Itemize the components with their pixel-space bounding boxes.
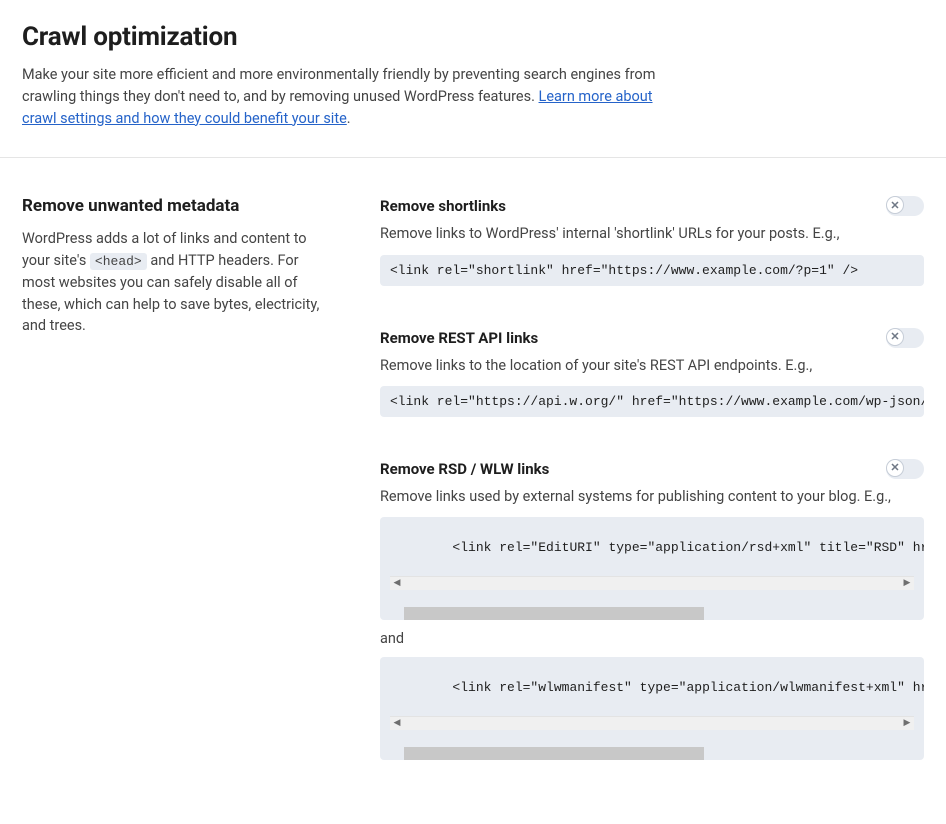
sidebar-description: Remove unwanted metadata WordPress adds … xyxy=(22,196,322,337)
chevron-left-icon: ◀ xyxy=(390,719,404,728)
setting-description: Remove links to WordPress' internal 'sho… xyxy=(380,224,924,244)
setting-remove-shortlinks: Remove shortlinks ✕ Remove links to Word… xyxy=(380,196,924,285)
setting-description: Remove links to the location of your sit… xyxy=(380,356,924,376)
toggle-remove-shortlinks[interactable]: ✕ xyxy=(886,196,924,216)
chevron-left-icon: ◀ xyxy=(390,579,404,588)
chevron-right-icon: ▶ xyxy=(900,719,914,728)
code-example: <link rel="EditURI" type="application/rs… xyxy=(380,517,924,620)
settings-list: Remove shortlinks ✕ Remove links to Word… xyxy=(380,196,924,802)
section-divider xyxy=(0,157,946,158)
sidebar-code: <head> xyxy=(90,253,147,270)
code-example: <link rel="https://api.w.org/" href="htt… xyxy=(380,386,924,417)
close-icon: ✕ xyxy=(886,459,904,477)
setting-title: Remove shortlinks xyxy=(380,197,506,215)
setting-header: Remove shortlinks ✕ xyxy=(380,196,924,216)
setting-remove-rsd-wlw-links: Remove RSD / WLW links ✕ Remove links us… xyxy=(380,459,924,760)
close-icon: ✕ xyxy=(886,328,904,346)
chevron-right-icon: ▶ xyxy=(900,579,914,588)
setting-header: Remove RSD / WLW links ✕ xyxy=(380,459,924,479)
setting-description: Remove links used by external systems fo… xyxy=(380,487,924,507)
code-example: <link rel="shortlink" href="https://www.… xyxy=(380,255,924,286)
sidebar-title: Remove unwanted metadata xyxy=(22,196,322,216)
page-title: Crawl optimization xyxy=(22,22,924,52)
setting-remove-rest-api-links: Remove REST API links ✕ Remove links to … xyxy=(380,328,924,417)
horizontal-scrollbar[interactable]: ◀ ▶ xyxy=(390,716,914,730)
close-icon: ✕ xyxy=(886,196,904,214)
code-example-text: <link rel="EditURI" type="application/rs… xyxy=(452,540,924,555)
scrollbar-thumb[interactable] xyxy=(404,747,704,760)
and-separator: and xyxy=(380,630,924,647)
toggle-remove-rsd-wlw-links[interactable]: ✕ xyxy=(886,459,924,479)
page-description-period: . xyxy=(347,110,351,127)
setting-title: Remove RSD / WLW links xyxy=(380,460,549,478)
scrollbar-track xyxy=(404,577,900,590)
code-example-text: <link rel="wlwmanifest" type="applicatio… xyxy=(452,680,924,695)
horizontal-scrollbar[interactable]: ◀ ▶ xyxy=(390,576,914,590)
toggle-remove-rest-api-links[interactable]: ✕ xyxy=(886,328,924,348)
page-description: Make your site more efficient and more e… xyxy=(22,64,662,129)
setting-title: Remove REST API links xyxy=(380,329,538,347)
code-example-2: <link rel="wlwmanifest" type="applicatio… xyxy=(380,657,924,760)
scrollbar-track xyxy=(404,717,900,730)
setting-header: Remove REST API links ✕ xyxy=(380,328,924,348)
sidebar-paragraph: WordPress adds a lot of links and conten… xyxy=(22,228,322,337)
